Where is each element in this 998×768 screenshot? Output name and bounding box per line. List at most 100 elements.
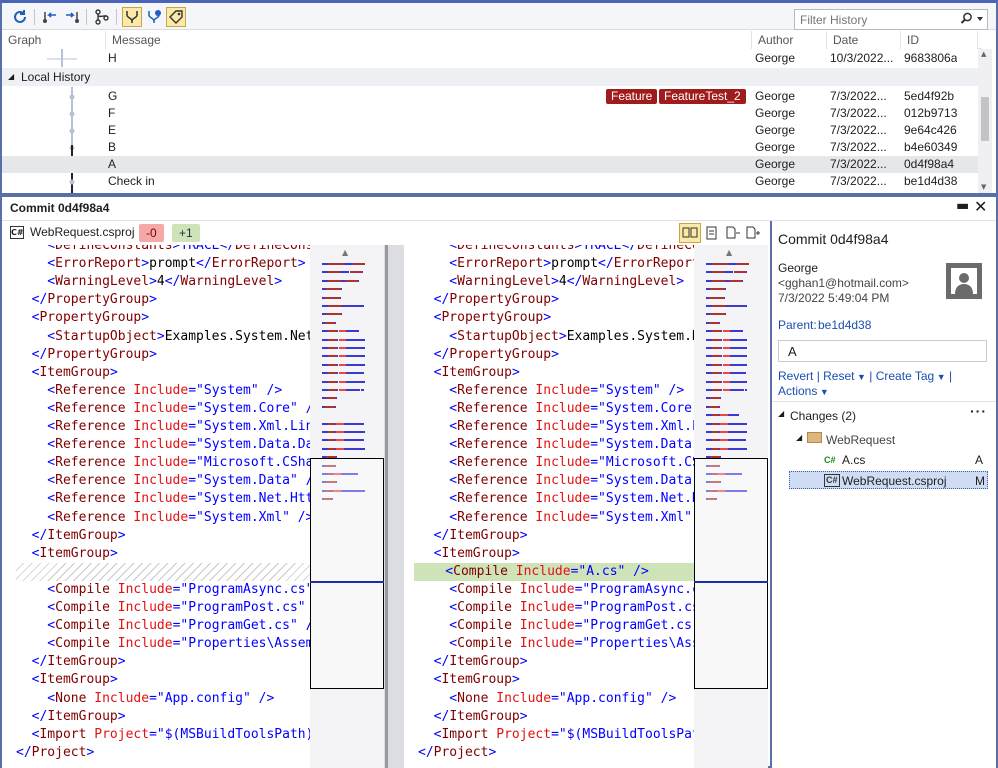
code-token: ErrorReport (211, 256, 298, 272)
inline-view-button[interactable] (704, 224, 720, 245)
column-header-message[interactable]: Message (106, 31, 752, 49)
diff-left-minimap[interactable]: ▲ (310, 245, 384, 768)
column-header-author[interactable]: Author (752, 31, 827, 49)
code-token: < (418, 672, 442, 688)
filter-history-input[interactable] (795, 10, 963, 29)
collapse-arrow-icon[interactable]: ◢ (8, 68, 14, 86)
code-token: < (418, 245, 458, 253)
changed-file-row[interactable]: C# A.cs A (772, 451, 996, 469)
branch-tag[interactable]: Feature (606, 89, 658, 104)
go-to-child-button[interactable] (62, 7, 82, 27)
history-grid: Graph Message Author Date ID H George 10… (2, 31, 996, 193)
code-token: Include (535, 491, 591, 507)
code-token: Reference (55, 473, 126, 489)
history-row[interactable]: E George 7/3/2022... 9e64c426 (2, 122, 982, 139)
commit-message: E (108, 123, 117, 137)
author-email[interactable]: <gghan1@hotmail.com> (778, 276, 909, 290)
history-row[interactable]: A George 7/3/2022... 0d4f98a4 (2, 156, 982, 173)
history-row[interactable]: F George 7/3/2022... 012b9713 (2, 105, 982, 122)
chevron-down-icon[interactable] (977, 17, 983, 21)
code-token: Compile (55, 618, 110, 634)
code-token: > (109, 672, 118, 688)
collapse-arrow-icon[interactable]: ◢ (796, 433, 802, 442)
branch-tag[interactable]: FeatureTest_2 (659, 89, 746, 104)
code-token: < (414, 563, 454, 579)
chevron-down-icon[interactable]: ▼ (855, 372, 866, 382)
history-row[interactable]: Check in George 7/3/2022... be1d4d38 (2, 173, 982, 190)
changed-file-row[interactable]: C# WebRequest.csproj M (789, 471, 988, 489)
code-token: </ (418, 654, 450, 670)
show-local-branches-toggle[interactable] (144, 7, 164, 27)
local-history-group[interactable]: ◢ Local History (2, 68, 982, 86)
column-header-date[interactable]: Date (827, 31, 901, 49)
code-token: Import (441, 726, 489, 742)
filter-history-box[interactable] (794, 9, 988, 30)
chevron-down-icon[interactable]: ▼ (817, 387, 829, 397)
chevron-down-icon[interactable]: ▼ (934, 372, 946, 382)
code-line: <DefineConstants>TRACE</DefineConst (418, 245, 694, 255)
code-line: <Reference Include="System.Data" (418, 472, 694, 490)
refresh-button[interactable] (10, 7, 30, 27)
code-line: <StartupObject>Examples.System.Ne (418, 328, 694, 346)
graph-options-button[interactable] (92, 7, 112, 27)
diff-gutter (384, 245, 404, 768)
code-token: </ (16, 744, 32, 760)
details-title: Commit 0d4f98a4 (778, 231, 889, 247)
code-token: Compile (457, 600, 512, 615)
create-tag-link[interactable]: Create Tag (876, 369, 934, 383)
code-token: = (551, 726, 559, 742)
actions-menu-link[interactable]: Actions (778, 384, 817, 398)
history-row[interactable]: G George 7/3/2022... 5ed4f92b Feature Feature… (2, 88, 982, 105)
code-token: < (16, 636, 56, 652)
code-token: "System" (196, 382, 259, 398)
code-token: = (590, 509, 599, 525)
code-token: < (16, 382, 56, 398)
code-token: < (16, 491, 56, 507)
reset-link[interactable]: Reset (823, 369, 854, 383)
close-icon[interactable]: ✕ (974, 197, 987, 216)
right-file-view-button[interactable] (744, 224, 762, 245)
collapse-arrow-icon[interactable]: ◢ (778, 409, 784, 418)
column-header-graph[interactable]: Graph (2, 31, 106, 49)
changes-header[interactable]: Changes (2) (790, 409, 856, 423)
code-token: > (558, 328, 567, 344)
left-file-view-button[interactable] (724, 224, 742, 245)
show-remote-branches-toggle[interactable] (122, 7, 142, 27)
commit-author: George (755, 123, 796, 137)
revert-link[interactable]: Revert (778, 369, 813, 383)
show-tags-toggle[interactable] (166, 7, 186, 27)
search-icon[interactable] (960, 12, 973, 28)
code-token: "A.cs" (578, 563, 626, 579)
diff-right-pane[interactable]: <DefineConstants>TRACE</DefineConst <Err… (404, 245, 694, 768)
code-token: Include (133, 455, 189, 471)
right-file-icon (746, 226, 760, 239)
history-row[interactable]: B George 7/3/2022... b4e60349 (2, 139, 982, 156)
code-token: Include (133, 400, 189, 416)
code-line: </PropertyGroup> (418, 346, 694, 364)
parent-commit-link[interactable]: be1d4d38 (818, 318, 871, 332)
code-token: < (418, 455, 458, 471)
code-line: <ItemGroup> (418, 671, 694, 689)
code-token: </ (418, 292, 450, 308)
side-by-side-view-button[interactable] (679, 223, 701, 243)
commit-message-box[interactable]: A (778, 340, 987, 362)
code-token: /> (258, 382, 283, 398)
code-token: ItemGroup (441, 364, 512, 380)
more-options-icon[interactable]: ··· (970, 403, 987, 419)
code-token: ItemGroup (449, 654, 520, 670)
diff-left-pane[interactable]: <DefineConstants>TRACE</DefineConst <Err… (2, 245, 310, 768)
csharp-project-icon: C# (824, 474, 840, 487)
column-header-id[interactable]: ID (901, 31, 978, 49)
code-token: = (188, 419, 197, 434)
code-token: Reference (457, 473, 528, 489)
diff-right-minimap[interactable]: ▲ (694, 245, 768, 768)
code-token: < (418, 328, 458, 344)
commit-id: be1d4d38 (904, 174, 958, 188)
minimize-icon[interactable]: ▬ (956, 198, 969, 214)
code-token: </ (16, 708, 48, 724)
history-row-h[interactable]: H George 10/3/2022... 9683806a (2, 50, 982, 67)
parent-label: Parent: (778, 318, 817, 332)
history-scrollbar[interactable]: ▲ ▼ (978, 49, 992, 193)
go-to-parent-button[interactable] (40, 7, 60, 27)
